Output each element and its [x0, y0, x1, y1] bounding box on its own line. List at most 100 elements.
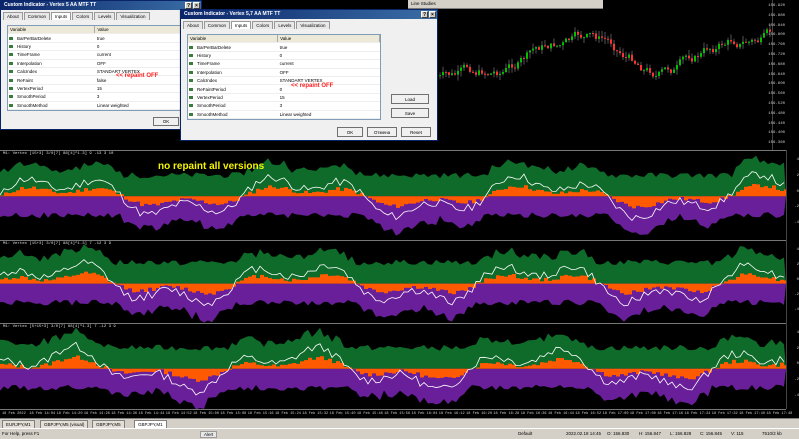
input-row[interactable]: BarPerBarDeletetrue	[188, 43, 380, 51]
alert-tab[interactable]: Alert	[200, 431, 217, 438]
input-row[interactable]: CalcIndexSTANDART VERTEX	[188, 76, 380, 84]
histogram-bar	[244, 362, 248, 369]
tab-visualization[interactable]: Visualization	[116, 12, 149, 20]
input-row[interactable]: BarPerBarDeletetrue	[8, 34, 194, 42]
histogram-bar	[332, 190, 336, 196]
histogram-bar	[372, 369, 376, 374]
column-variable: Variable	[8, 26, 95, 34]
price-tick: 156.720	[768, 53, 785, 57]
indicator-dialog-vertex5[interactable]: Custom Indicator - Vertex 5 AA MTF TT ?×…	[0, 0, 202, 130]
indicator-window-1[interactable]: M1: Vertex [15+3] 3/0[7] 88[4]^1.3] 9 -1…	[0, 150, 786, 238]
histogram-bar	[388, 284, 392, 292]
line-studies-toolbar[interactable]: Line Studies	[408, 0, 603, 9]
histogram-bar	[564, 275, 568, 284]
input-row[interactable]: CalcIndexSTANDART VERTEX	[8, 67, 194, 75]
variable-value[interactable]: 0	[278, 51, 380, 59]
histogram-bar	[268, 366, 272, 369]
close-icon[interactable]: ×	[193, 2, 200, 9]
vertex-indicator-plot-2	[0, 241, 786, 323]
histogram-bar	[568, 360, 572, 369]
variable-value[interactable]: current	[95, 51, 194, 59]
variable-value[interactable]: Linear weighted	[278, 110, 380, 118]
input-row[interactable]: VertexPeriod15	[8, 84, 194, 92]
tab-about[interactable]: About	[3, 12, 23, 20]
reset-button[interactable]: Reset	[401, 127, 431, 137]
input-row[interactable]: SmoothMethodLinear weighted	[8, 101, 194, 109]
input-row[interactable]: InterpolationOFF	[188, 68, 380, 76]
histogram-bar	[656, 369, 660, 373]
histogram-bar	[700, 284, 704, 293]
variable-value[interactable]: true	[278, 43, 380, 51]
histogram-bar	[232, 365, 236, 368]
variable-value[interactable]: OFF	[278, 68, 380, 76]
ok-button[interactable]: OK	[153, 117, 179, 126]
variable-value[interactable]: OFF	[95, 59, 194, 67]
indicator-window-3[interactable]: M1: Vertex [5+15+3] 3/0[7] 88[4]^1.3] 7 …	[0, 323, 786, 410]
histogram-bar	[572, 362, 576, 369]
tab-levels[interactable]: Levels	[94, 12, 115, 20]
histogram-bar	[12, 192, 16, 196]
histogram-bar	[260, 365, 264, 368]
tab-colors[interactable]: Colors	[252, 21, 273, 29]
ok-button[interactable]: OK	[337, 127, 363, 137]
variable-value[interactable]: 0	[95, 42, 194, 50]
tab-inputs[interactable]: Inputs	[51, 12, 71, 20]
input-row[interactable]: TimeFramecurrent	[8, 51, 194, 59]
histogram-bar	[20, 276, 24, 284]
input-row[interactable]: SmoothPeriod3	[8, 93, 194, 101]
tab-about[interactable]: About	[183, 21, 203, 29]
tab-visualization[interactable]: Visualization	[296, 21, 329, 29]
histogram-bar	[32, 187, 36, 197]
histogram-bar	[356, 369, 360, 372]
indicator-window-2[interactable]: M1: Vertex [15+3] 3/0[7] 88[4]^1.3] 7 -1…	[0, 240, 786, 323]
input-row[interactable]: History0	[188, 51, 380, 59]
variable-value[interactable]: 3	[95, 93, 194, 101]
variable-value[interactable]: 15	[278, 93, 380, 101]
tab-common[interactable]: Common	[204, 21, 230, 29]
histogram-bar	[316, 357, 320, 369]
variable-value[interactable]: 3	[278, 102, 380, 110]
input-row[interactable]: InterpolationOFF	[8, 59, 194, 67]
close-icon[interactable]: ×	[429, 11, 436, 18]
help-icon[interactable]: ?	[421, 11, 428, 18]
variable-value[interactable]: 15	[95, 84, 194, 92]
tab-inputs[interactable]: Inputs	[231, 21, 251, 29]
load-button[interactable]: Load	[391, 94, 429, 104]
input-row[interactable]: ReFaintfalse	[8, 76, 194, 84]
price-axis: 156.920156.880156.840156.800156.760156.7…	[772, 0, 786, 150]
histogram-bar	[40, 282, 44, 284]
parameter-icon	[188, 43, 195, 51]
cancel-button[interactable]: Отмена	[367, 127, 397, 137]
histogram-bar	[148, 196, 152, 205]
dialog-title: Custom Indicator - Vertex 5,7 AA MTF TT …	[181, 10, 437, 19]
histogram-bar	[404, 196, 408, 204]
histogram-bar	[744, 275, 748, 284]
indicator-dialog-vertex57[interactable]: Custom Indicator - Vertex 5,7 AA MTF TT …	[180, 9, 438, 141]
histogram-bar	[168, 369, 172, 372]
save-button[interactable]: Save	[391, 108, 429, 118]
histogram-bar	[652, 284, 656, 288]
variable-name: CalcIndex	[195, 76, 278, 84]
histogram-bar	[236, 282, 240, 284]
variable-value[interactable]: true	[95, 34, 194, 42]
inputs-grid[interactable]: VariableValueBarPerBarDeletetrueHistory0…	[7, 25, 195, 111]
tab-colors[interactable]: Colors	[72, 12, 93, 20]
variable-value[interactable]: current	[278, 60, 380, 68]
histogram-bar	[348, 281, 352, 284]
histogram-bar	[180, 284, 184, 290]
input-row[interactable]: ReFaintPeriod0	[188, 85, 380, 93]
inputs-grid[interactable]: VariableValueBarPerBarDeletetrueHistory0…	[187, 34, 381, 120]
help-icon[interactable]: ?	[185, 2, 192, 9]
input-row[interactable]: SmoothPeriod3	[188, 102, 380, 110]
input-row[interactable]: History0	[8, 42, 194, 50]
histogram-bar	[264, 277, 268, 284]
input-row[interactable]: SmoothMethodLinear weighted	[188, 110, 380, 118]
histogram-bar	[256, 189, 260, 196]
candle	[688, 56, 690, 59]
variable-value[interactable]: Linear weighted	[95, 101, 194, 109]
tab-levels[interactable]: Levels	[274, 21, 295, 29]
tab-common[interactable]: Common	[24, 12, 50, 20]
input-row[interactable]: VertexPeriod15	[188, 93, 380, 101]
input-row[interactable]: TimeFramecurrent	[188, 60, 380, 68]
histogram-bar	[316, 277, 320, 283]
